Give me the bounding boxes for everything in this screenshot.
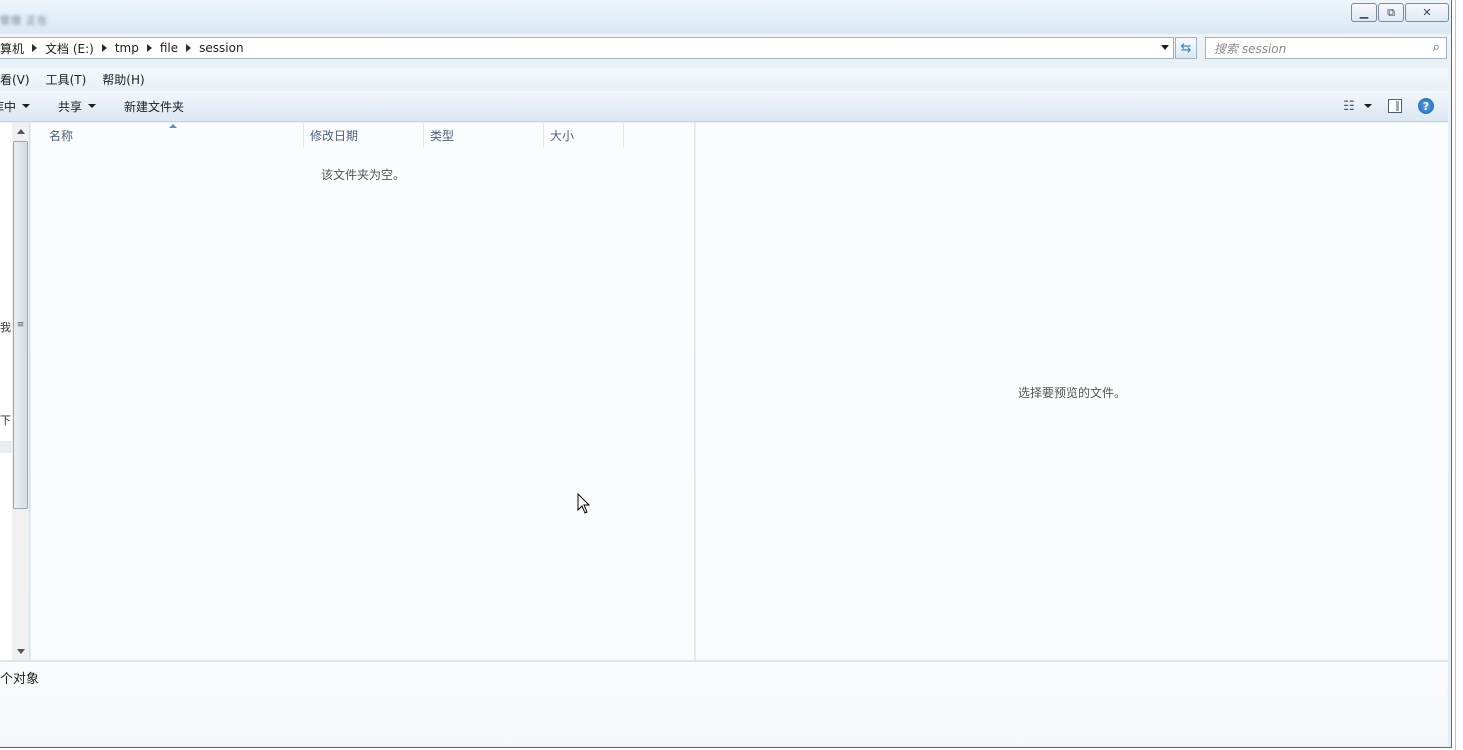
breadcrumb-arrow-icon[interactable] xyxy=(186,44,192,52)
command-bar: 库中 共享 新建文件夹 ☷ ? xyxy=(0,91,1448,122)
breadcrumb-file[interactable]: file xyxy=(154,41,184,55)
window-title: 管理 正在 xyxy=(0,16,49,27)
preview-message: 选择要预览的文件。 xyxy=(1018,386,1127,400)
caption-buttons: ▁ ⧉ ✕ xyxy=(1350,3,1449,22)
close-button[interactable]: ✕ xyxy=(1405,3,1449,22)
view-options-chevron-down-icon[interactable] xyxy=(1364,104,1372,108)
address-history-dropdown-icon[interactable] xyxy=(1161,45,1169,50)
menu-tools[interactable]: 工具(T) xyxy=(38,71,95,88)
navigation-pane[interactable]: 我 下 ≡ xyxy=(0,123,30,660)
chevron-down-icon xyxy=(22,104,31,108)
minimize-icon: ▁ xyxy=(1359,6,1369,19)
refresh-button[interactable]: ⇆ xyxy=(1175,37,1197,59)
empty-folder-message: 该文件夹为空。 xyxy=(321,168,406,182)
change-view-icon[interactable]: ☷ xyxy=(1334,96,1364,116)
column-type[interactable]: 类型 xyxy=(424,123,544,148)
include-in-library-button[interactable]: 库中 xyxy=(0,98,44,115)
sort-ascending-icon xyxy=(169,124,177,128)
refresh-icon: ⇆ xyxy=(1180,40,1192,56)
background-window-edge xyxy=(1453,0,1463,750)
breadcrumb-drive-e[interactable]: 文档 (E:) xyxy=(39,40,100,57)
item-count-status: 个对象 xyxy=(0,672,40,687)
menu-help[interactable]: 帮助(H) xyxy=(94,71,152,88)
nav-item-selected[interactable] xyxy=(0,441,12,453)
share-button[interactable]: 共享 xyxy=(44,98,110,115)
column-type-label: 类型 xyxy=(430,129,455,143)
breadcrumb-arrow-icon[interactable] xyxy=(32,44,38,52)
nav-item-clipped[interactable]: 我 xyxy=(0,319,11,335)
column-size-label: 大小 xyxy=(550,129,575,143)
details-pane: 个对象 xyxy=(0,660,1448,746)
new-folder-button[interactable]: 新建文件夹 xyxy=(110,98,198,115)
include-in-library-label: 库中 xyxy=(0,99,17,114)
scroll-up-icon[interactable] xyxy=(17,129,25,134)
column-date-modified[interactable]: 修改日期 xyxy=(304,123,424,148)
new-folder-label: 新建文件夹 xyxy=(124,99,185,114)
restore-icon: ⧉ xyxy=(1387,6,1395,19)
title-bar[interactable]: 管理 正在 ▁ ⧉ ✕ xyxy=(0,0,1451,34)
close-icon: ✕ xyxy=(1422,6,1432,19)
address-bar[interactable]: 算机 文档 (E:) tmp file session xyxy=(0,37,1174,59)
grip-icon: ≡ xyxy=(16,320,25,330)
column-name-label: 名称 xyxy=(49,129,74,143)
preview-pane: 选择要预览的文件。 xyxy=(696,123,1448,660)
nav-item-clipped[interactable]: 下 xyxy=(0,412,11,428)
scrollbar-thumb[interactable]: ≡ xyxy=(13,141,28,509)
restore-button[interactable]: ⧉ xyxy=(1378,3,1404,22)
search-icon[interactable]: ⌕ xyxy=(1433,40,1440,55)
search-placeholder: 搜索 session xyxy=(1214,41,1287,56)
menu-bar: 查看(V) 工具(T) 帮助(H) xyxy=(0,68,1448,90)
scroll-down-icon[interactable] xyxy=(17,649,25,654)
breadcrumb-tmp[interactable]: tmp xyxy=(109,41,145,55)
minimize-button[interactable]: ▁ xyxy=(1351,3,1377,22)
breadcrumb: 算机 文档 (E:) tmp file session xyxy=(0,40,250,57)
breadcrumb-arrow-icon[interactable] xyxy=(146,44,152,52)
menu-view[interactable]: 查看(V) xyxy=(0,71,38,88)
column-name[interactable]: 名称 xyxy=(31,123,304,148)
file-list[interactable]: 名称 修改日期 类型 大小 该文件夹为空。 xyxy=(31,123,695,660)
mouse-cursor-icon xyxy=(577,493,591,514)
help-icon[interactable]: ? xyxy=(1418,98,1434,114)
column-date-label: 修改日期 xyxy=(310,129,359,143)
breadcrumb-session[interactable]: session xyxy=(193,41,249,55)
command-bar-right: ☷ ? xyxy=(1334,96,1448,116)
chevron-down-icon xyxy=(88,104,97,108)
breadcrumb-arrow-icon[interactable] xyxy=(101,44,107,52)
preview-pane-icon[interactable] xyxy=(1388,99,1402,113)
share-label: 共享 xyxy=(58,99,83,114)
search-input[interactable]: 搜索 session ⌕ xyxy=(1205,37,1447,59)
column-size[interactable]: 大小 xyxy=(544,123,624,148)
explorer-window: 管理 正在 ▁ ⧉ ✕ 算机 文档 (E:) tmp file session … xyxy=(0,0,1452,748)
navigation-scrollbar[interactable]: ≡ xyxy=(12,123,29,660)
breadcrumb-computer[interactable]: 算机 xyxy=(0,40,30,57)
column-header-row: 名称 修改日期 类型 大小 xyxy=(31,123,624,148)
